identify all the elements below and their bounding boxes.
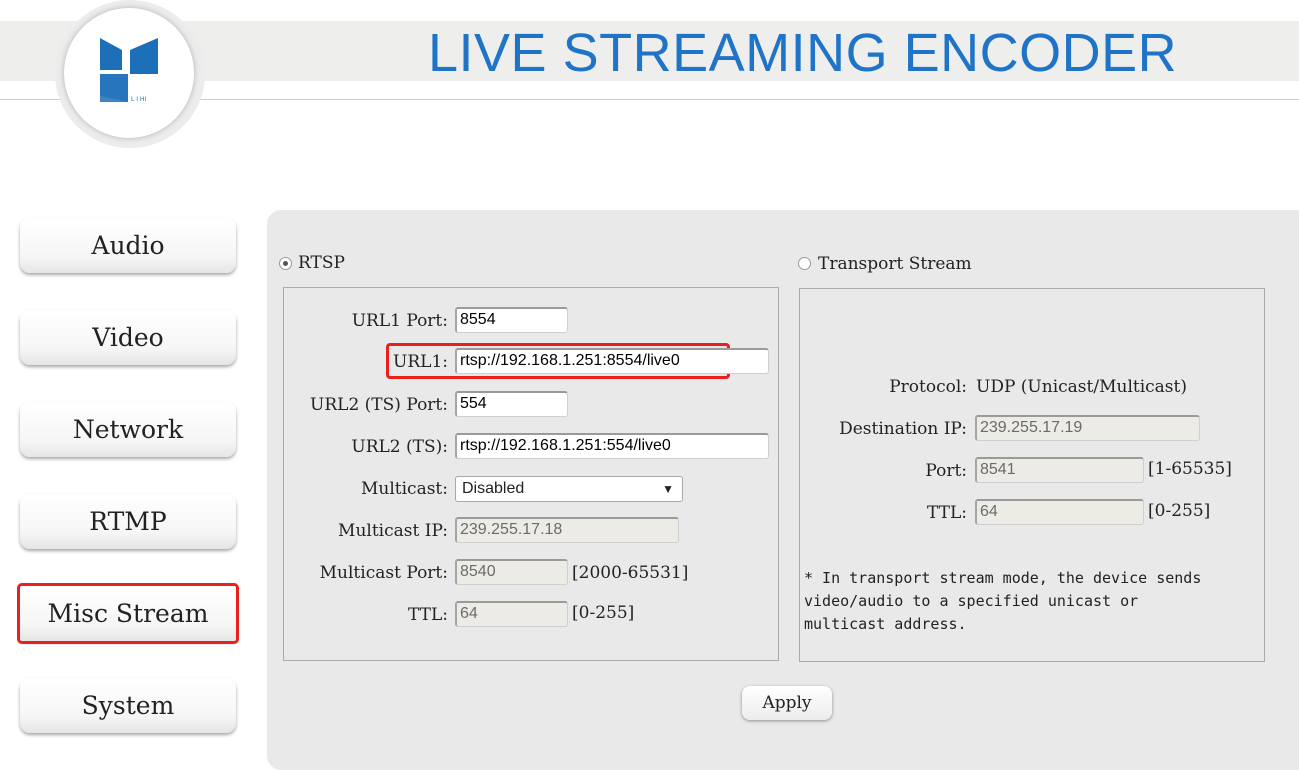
apply-button[interactable]: Apply xyxy=(742,686,832,720)
ts-port-input[interactable]: 8541 xyxy=(975,457,1144,483)
ts-note: * In transport stream mode, the device s… xyxy=(804,567,1201,636)
ts-ttl-range: [0-255] xyxy=(1148,501,1211,521)
url1-port-label: URL1 Port: xyxy=(351,311,448,331)
multicast-ip-label: Multicast IP: xyxy=(338,521,448,541)
logo xyxy=(64,8,194,138)
url2-port-input[interactable]: 554 xyxy=(455,391,568,417)
multicast-ip-input[interactable]: 239.255.17.18 xyxy=(455,517,679,543)
ts-ttl-input[interactable]: 64 xyxy=(975,499,1144,525)
ts-radio-label: Transport Stream xyxy=(818,254,972,274)
rtsp-ttl-label: TTL: xyxy=(407,605,448,625)
url1-label: URL1: xyxy=(393,352,448,372)
url2-label: URL2 (TS): xyxy=(351,437,448,457)
dest-ip-label: Destination IP: xyxy=(839,419,967,439)
url2-port-label: URL2 (TS) Port: xyxy=(310,395,448,415)
sidebar-item-rtmp[interactable]: RTMP xyxy=(20,494,236,549)
ts-ttl-label: TTL: xyxy=(926,503,967,523)
chevron-down-icon: ▼ xyxy=(662,482,674,496)
rtsp-ttl-range: [0-255] xyxy=(572,603,635,623)
sidebar-item-system[interactable]: System xyxy=(20,678,236,733)
rtsp-ttl-input[interactable]: 64 xyxy=(455,601,568,627)
protocol-value: UDP (Unicast/Multicast) xyxy=(976,377,1187,397)
ts-note-line: * In transport stream mode, the device s… xyxy=(804,569,1202,587)
multicast-value: Disabled xyxy=(462,480,525,497)
rtsp-radio[interactable] xyxy=(279,257,292,270)
sidebar-item-video[interactable]: Video xyxy=(20,310,236,365)
ts-radio[interactable] xyxy=(798,257,811,270)
logo-icon xyxy=(100,38,158,102)
ts-note-line: video/audio to a specified unicast or xyxy=(804,592,1139,610)
sidebar-item-misc-stream[interactable]: Misc Stream xyxy=(17,583,239,644)
ts-note-line: multicast address. xyxy=(804,615,967,633)
logo-text: L I HI xyxy=(131,96,147,103)
ts-port-label: Port: xyxy=(925,461,967,481)
sidebar-item-audio[interactable]: Audio xyxy=(20,218,236,273)
multicast-port-range: [2000-65531] xyxy=(572,563,689,583)
page-title: LIVE STREAMING ENCODER xyxy=(428,23,1178,83)
multicast-port-label: Multicast Port: xyxy=(319,563,448,583)
protocol-label: Protocol: xyxy=(889,377,967,397)
url1-input[interactable]: rtsp://192.168.1.251:8554/live0 xyxy=(455,348,769,374)
ts-port-range: [1-65535] xyxy=(1148,459,1232,479)
rtsp-radio-label: RTSP xyxy=(298,253,345,273)
dest-ip-input[interactable]: 239.255.17.19 xyxy=(975,415,1200,441)
multicast-select[interactable]: Disabled ▼ xyxy=(455,476,683,502)
url1-port-input[interactable]: 8554 xyxy=(455,307,568,333)
multicast-label: Multicast: xyxy=(360,479,448,499)
multicast-port-input[interactable]: 8540 xyxy=(455,559,568,585)
url2-input[interactable]: rtsp://192.168.1.251:554/live0 xyxy=(455,433,769,459)
sidebar-item-network[interactable]: Network xyxy=(20,402,236,457)
